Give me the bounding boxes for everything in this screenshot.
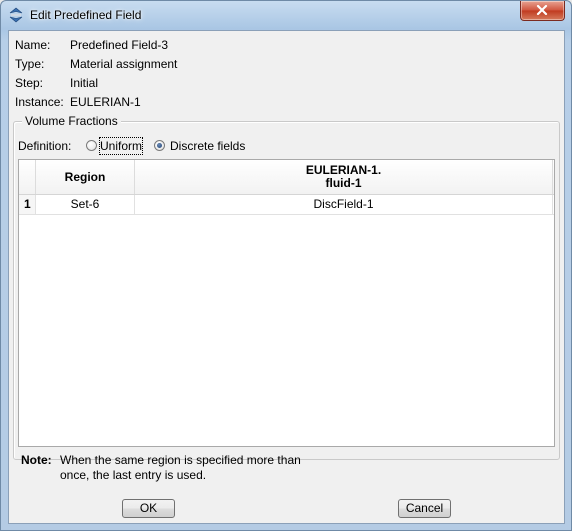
- radio-discrete-fields-label[interactable]: Discrete fields: [170, 138, 245, 154]
- dialog-window: Edit Predefined Field Name: Predefined F…: [0, 0, 572, 531]
- column-header-index: [19, 160, 36, 194]
- row-index: 1: [19, 195, 36, 214]
- definition-row: Definition: Uniform Discrete fields: [18, 137, 518, 155]
- cell-field[interactable]: DiscField-1: [135, 195, 553, 214]
- radio-uniform-label[interactable]: Uniform: [98, 137, 144, 155]
- title-bar[interactable]: Edit Predefined Field: [1, 1, 571, 29]
- app-icon: [8, 7, 24, 23]
- window-title: Edit Predefined Field: [30, 8, 142, 22]
- table-header: Region EULERIAN-1. fluid-1: [19, 160, 554, 195]
- column-header-line2: fluid-1: [325, 176, 362, 190]
- data-table[interactable]: Region EULERIAN-1. fluid-1 1 Set-6 DiscF…: [18, 159, 555, 447]
- info-value: Predefined Field-3: [70, 38, 169, 52]
- info-value: EULERIAN-1: [70, 95, 141, 109]
- ok-button[interactable]: OK: [122, 499, 175, 518]
- info-label: Type:: [15, 57, 45, 71]
- column-header-value[interactable]: EULERIAN-1. fluid-1: [135, 160, 553, 194]
- note-label: Note:: [21, 453, 52, 467]
- volume-fractions-group: Volume Fractions Definition: Uniform Dis…: [13, 114, 560, 460]
- info-label: Step:: [15, 76, 44, 90]
- definition-label: Definition:: [18, 139, 72, 153]
- radio-uniform[interactable]: [86, 140, 97, 151]
- info-label: Name:: [15, 38, 51, 52]
- group-title: Volume Fractions: [22, 114, 121, 128]
- table-row[interactable]: 1 Set-6 DiscField-1: [19, 195, 554, 215]
- note-text: When the same region is specified more t…: [60, 453, 301, 482]
- info-label: Instance:: [15, 95, 64, 109]
- cancel-button[interactable]: Cancel: [398, 499, 451, 518]
- cell-region[interactable]: Set-6: [36, 195, 135, 214]
- column-header-region[interactable]: Region: [36, 160, 135, 194]
- dialog-body: Name: Predefined Field-3 Type: Material …: [8, 30, 565, 524]
- info-value: Material assignment: [70, 57, 178, 71]
- close-button[interactable]: [520, 1, 565, 21]
- radio-discrete-fields[interactable]: [154, 140, 165, 151]
- info-value: Initial: [70, 76, 99, 90]
